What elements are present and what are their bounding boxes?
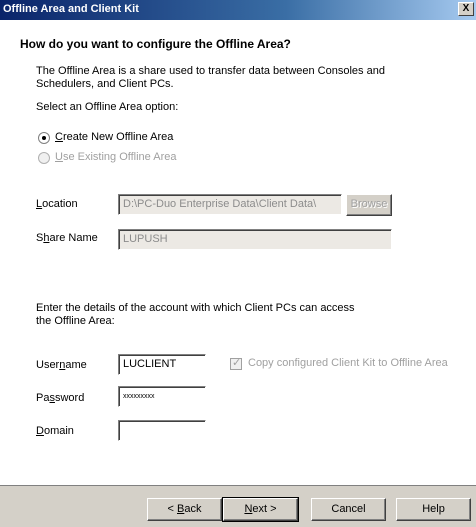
domain-input[interactable]: [118, 420, 206, 441]
account-prompt-line1: Enter the details of the account with wh…: [36, 302, 355, 314]
create-new-label-rest: reate New Offline Area: [62, 131, 174, 143]
password-input[interactable]: xxxxxxxxx: [118, 386, 206, 407]
use-existing-label-rest: se Existing Offline Area: [62, 151, 177, 163]
password-label: Password: [36, 392, 84, 404]
domain-label: Domain: [36, 425, 74, 437]
back-button-rest: ack: [184, 503, 202, 515]
next-button[interactable]: Next >: [222, 497, 299, 522]
password-label-rest: sword: [54, 392, 85, 404]
password-label-pre: Pa: [36, 392, 50, 404]
domain-label-rest: omain: [43, 425, 74, 437]
copy-kit-label[interactable]: Copy configured Client Kit to Offline Ar…: [248, 357, 448, 369]
back-button-pre: <: [167, 503, 177, 515]
use-existing-accel: U: [55, 151, 63, 163]
share-name-field[interactable]: LUPUSH: [118, 229, 392, 250]
cancel-button[interactable]: Cancel: [311, 498, 386, 521]
account-prompt-line2: the Offline Area:: [36, 315, 115, 327]
username-label-rest: ame: [65, 359, 87, 371]
username-label: Username: [36, 359, 87, 371]
intro-text-line2: Schedulers, and Client PCs.: [36, 78, 174, 90]
next-button-rest: ext >: [252, 503, 277, 515]
browse-button[interactable]: Browse: [346, 194, 392, 216]
intro-text-line1: The Offline Area is a share used to tran…: [36, 65, 385, 77]
back-button[interactable]: < Back: [147, 498, 222, 521]
select-option-prompt: Select an Offline Area option:: [36, 101, 179, 113]
browse-label: Browse: [350, 198, 388, 210]
wizard-window: Offline Area and Client Kit X How do you…: [0, 0, 476, 527]
help-button[interactable]: Help: [396, 498, 471, 521]
window-title: Offline Area and Client Kit: [3, 3, 139, 15]
share-name-label: Share Name: [36, 232, 98, 244]
use-existing-radio[interactable]: [38, 152, 50, 164]
location-label: Location: [36, 198, 78, 210]
create-new-radio[interactable]: [38, 132, 50, 144]
domain-accel: D: [36, 425, 44, 437]
location-field[interactable]: D:\PC-Duo Enterprise Data\Client Data\: [118, 194, 342, 215]
title-bar[interactable]: Offline Area and Client Kit X: [0, 0, 476, 20]
page-heading: How do you want to configure the Offline…: [20, 37, 291, 51]
copy-kit-checkbox[interactable]: [230, 356, 242, 370]
create-new-accel: C: [55, 131, 63, 143]
location-label-rest: ocation: [42, 198, 78, 210]
create-new-label[interactable]: Create New Offline Area: [55, 131, 173, 143]
close-icon[interactable]: X: [458, 2, 474, 16]
username-label-pre: User: [36, 359, 60, 371]
share-name-label-rest: are Name: [49, 232, 98, 244]
use-existing-label[interactable]: Use Existing Offline Area: [55, 151, 176, 163]
username-input[interactable]: LUCLIENT: [118, 354, 206, 375]
